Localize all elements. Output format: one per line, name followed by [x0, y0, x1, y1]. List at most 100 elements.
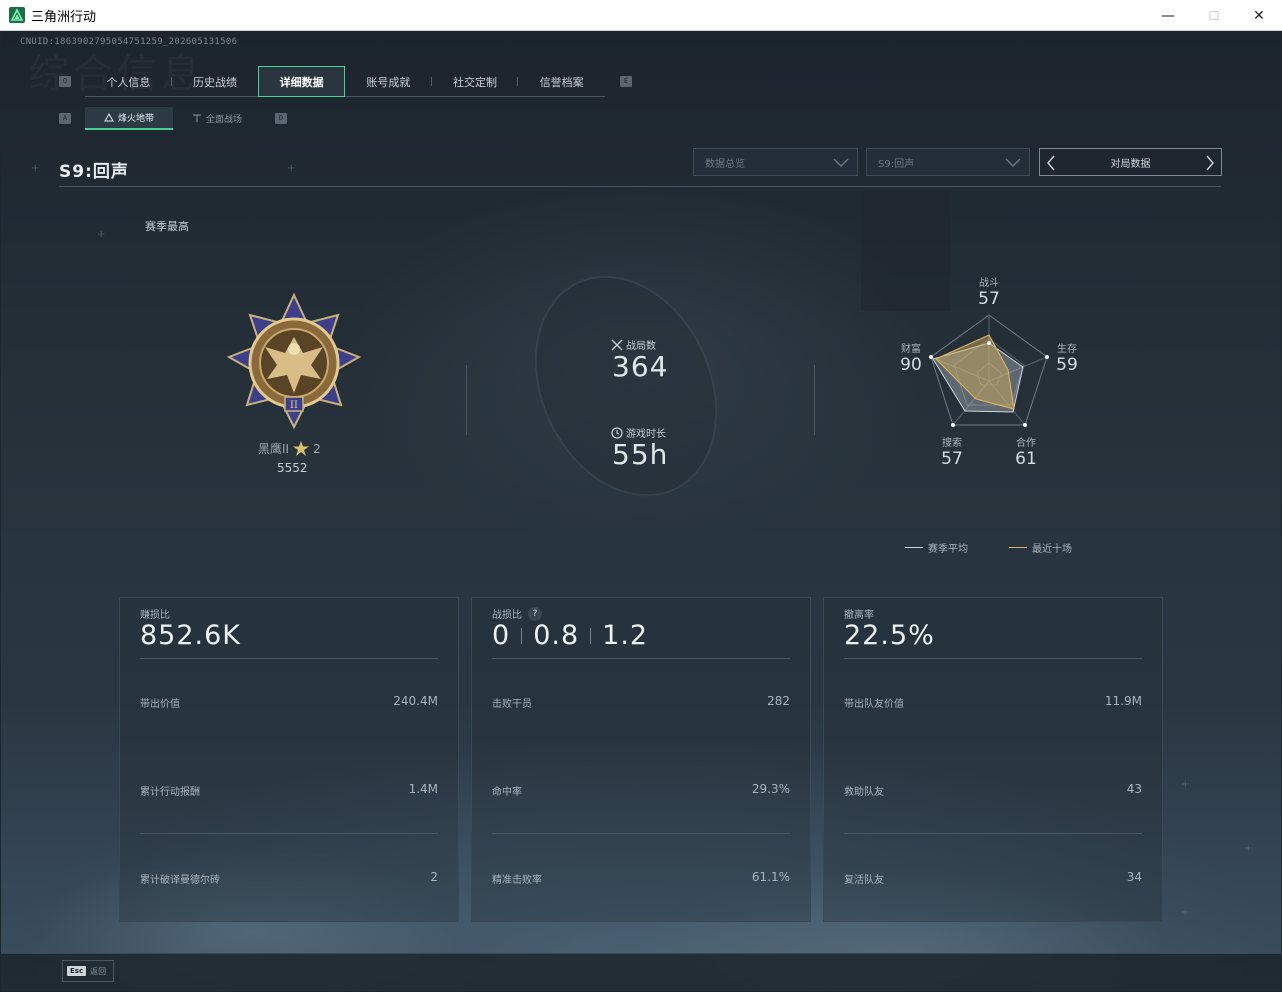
- battlefield-icon: [192, 114, 201, 122]
- radar-vertex-point: [1023, 423, 1027, 427]
- row-label: 带出队友价值: [844, 699, 904, 710]
- minimize-button[interactable]: —: [1145, 0, 1191, 31]
- card-big-text: 852.6K: [140, 620, 242, 651]
- back-button[interactable]: Esc 返回: [62, 960, 114, 982]
- match-data-button[interactable]: 对局数据: [1039, 148, 1222, 176]
- chevron-left-icon: [1047, 155, 1055, 171]
- row-label: 复活队友: [844, 875, 884, 886]
- radar-value-coop: 61: [1015, 449, 1037, 469]
- row-value: 29.3%: [751, 782, 790, 796]
- data-type-dropdown[interactable]: 数据总览: [693, 148, 858, 176]
- subtab-label: 全面战场: [205, 115, 242, 125]
- card-big-value: 22.5%: [844, 620, 935, 651]
- tab-label: 详细数据: [279, 75, 324, 89]
- subtab-label: 烽火地带: [117, 114, 154, 124]
- bottom-bar: [1, 953, 1281, 991]
- maximize-button[interactable]: ☐: [1191, 0, 1237, 31]
- radar-vertex-point: [987, 341, 991, 345]
- key-hint-prev-subtab: A: [59, 113, 71, 124]
- row-value: 2: [430, 870, 438, 884]
- star-icon: [293, 441, 310, 456]
- tab-achievements[interactable]: 账号成就: [345, 66, 432, 97]
- operations-icon: [104, 113, 114, 122]
- close-button[interactable]: ✕: [1236, 0, 1282, 31]
- decor-crosshair: +: [31, 163, 40, 174]
- card-divider: [844, 833, 1142, 834]
- row-value: 1.4M: [408, 782, 438, 796]
- decor-crosshair: +: [1181, 779, 1190, 790]
- chevron-right-icon: [1206, 155, 1214, 171]
- svg-text:II: II: [290, 400, 298, 411]
- row-value: 34: [1126, 870, 1142, 884]
- radar-value-survival: 59: [1056, 355, 1078, 375]
- kd-part: 0.8: [533, 620, 580, 651]
- card-big-text: 22.5%: [844, 620, 935, 651]
- chevron-down-icon: [1005, 158, 1021, 167]
- card-divider: [492, 833, 790, 834]
- tab-label: 历史战绩: [193, 75, 237, 89]
- help-icon[interactable]: ?: [528, 606, 542, 621]
- tab-detailed-data[interactable]: 详细数据: [258, 66, 346, 97]
- background-satellite-dish: [500, 245, 752, 527]
- legend-season-average: 赛季平均: [905, 540, 968, 555]
- game-screen: 综合信息 CNUID:186390279505475125​9_20260513…: [1, 31, 1281, 991]
- chevron-down-icon: [833, 158, 849, 167]
- legend-recent-ten: 最近十场: [1009, 540, 1072, 555]
- radar-value-combat: 57: [978, 289, 1000, 309]
- card-title-text: 赚损比: [140, 610, 170, 621]
- key-hint-next-subtab: D: [275, 113, 287, 124]
- card-big-value: 852.6K: [140, 620, 241, 651]
- matches-value: 364: [612, 350, 669, 383]
- match-button-label: 对局数据: [1110, 158, 1151, 170]
- row-label: 累计行动报酬: [140, 787, 200, 798]
- kd-ratio-card: 战损比 ? 0 0.8 1.2 击败干员 282 命中率 29.3% 精准击败率…: [471, 597, 811, 922]
- section-divider: [814, 365, 815, 435]
- key-hint-prev-tab: Q: [59, 76, 71, 87]
- black-hawk-rank-medal-icon: II: [226, 293, 362, 430]
- row-value: 282: [767, 694, 790, 708]
- radar-label-wealth: 财富: [901, 344, 921, 355]
- card-title: 战损比 ?: [492, 606, 542, 621]
- tab-label: 账号成就: [366, 75, 411, 89]
- tab-social-customization[interactable]: 社交定制: [432, 66, 519, 97]
- crossed-swords-icon: [611, 339, 623, 350]
- decor-crosshair: +: [1244, 843, 1253, 854]
- row-label: 累计破译曼德尔砖: [140, 875, 220, 886]
- season-title: S9:回声: [59, 162, 129, 182]
- tab-label: 个人信息: [106, 75, 151, 89]
- row-label: 带出价值: [140, 699, 180, 710]
- card-divider: [140, 833, 438, 834]
- profit-ratio-card: 赚损比 852.6K 带出价值 240.4M 累计行动报酬 1.4M 累计破译曼…: [119, 597, 459, 922]
- tab-match-history[interactable]: 历史战绩: [172, 66, 259, 97]
- subtab-operations[interactable]: 烽火地带: [85, 107, 173, 130]
- season-high-label: 赛季最高: [145, 220, 189, 233]
- legend-label: 赛季平均: [928, 544, 968, 555]
- tab-personal-info[interactable]: 个人信息: [85, 66, 172, 97]
- row-label: 命中率: [492, 787, 522, 798]
- legend-line: [1009, 547, 1027, 548]
- main-tabs: 个人信息 历史战绩 详细数据 账号成就 社交定制 信誉档案: [85, 66, 605, 97]
- decor-crosshair: +: [97, 229, 106, 240]
- radar-value-wealth: 90: [900, 355, 922, 375]
- decor-crosshair: +: [1181, 907, 1190, 918]
- extraction-rate-card: 撤离率 22.5% 带出队友价值 11.9M 救助队友 43 复活队友 34: [823, 597, 1163, 922]
- season-dropdown[interactable]: S9:回声: [866, 148, 1030, 176]
- row-value: 240.4M: [393, 694, 438, 708]
- value-separator: [590, 627, 592, 644]
- rank-name: 黑鹰II: [258, 442, 290, 456]
- rank-stars: 2: [313, 441, 321, 456]
- card-divider: [140, 658, 438, 659]
- card-title-text: 战损比: [492, 610, 522, 621]
- header-divider: [59, 186, 1221, 187]
- kd-part: 1.2: [602, 620, 649, 651]
- subtab-battlefield[interactable]: 全面战场: [173, 107, 261, 130]
- rank-info: 黑鹰II 2: [258, 440, 321, 457]
- radar-label-search: 搜索: [942, 438, 962, 449]
- kd-part: 0: [492, 620, 511, 651]
- radar-label-combat: 战斗: [979, 278, 999, 289]
- key-hint-next-tab: E: [620, 76, 632, 87]
- minimize-icon: —: [1161, 7, 1175, 24]
- card-big-value: 0 0.8 1.2: [492, 620, 648, 651]
- radar-value-search: 57: [941, 449, 963, 469]
- tab-reputation[interactable]: 信誉档案: [518, 66, 605, 97]
